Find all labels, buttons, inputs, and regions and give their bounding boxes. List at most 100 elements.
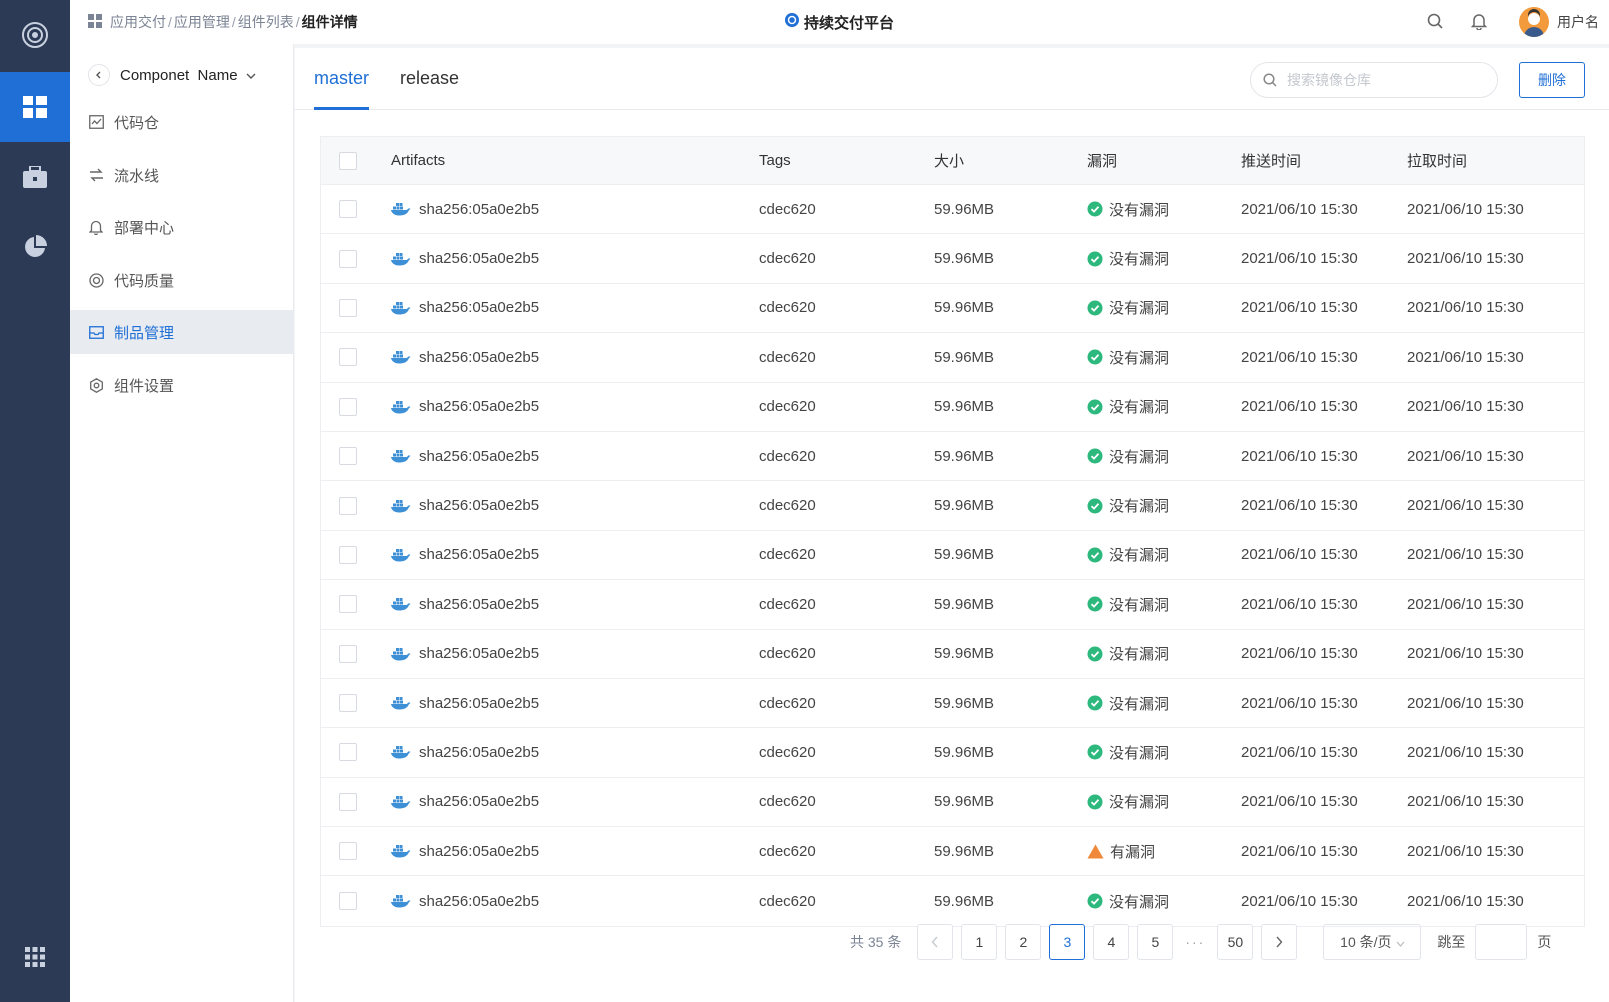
row-checkbox[interactable] [339,447,357,466]
component-selector[interactable]: Componet Name [88,60,256,90]
artifact-digest[interactable]: sha256:05a0e2b5 [419,695,539,712]
breadcrumb-item[interactable]: 组件列表 [238,12,294,32]
sidebar-item-component-settings[interactable]: 组件设置 [70,363,294,407]
artifact-cell[interactable]: sha256:05a0e2b5 [391,876,539,925]
sidebar-item-code-quality[interactable]: 代码质量 [70,258,294,302]
artifact-digest[interactable]: sha256:05a0e2b5 [419,250,539,267]
table-row[interactable]: sha256:05a0e2b5 cdec620 59.96MB 没有漏洞 2021/06… [321,778,1584,828]
back-button[interactable] [88,64,110,86]
username[interactable]: 用户名 [1557,12,1599,32]
row-checkbox[interactable] [339,595,357,614]
select-all-checkbox[interactable] [339,151,357,170]
artifact-cell[interactable]: sha256:05a0e2b5 [391,481,539,529]
artifact-cell[interactable]: sha256:05a0e2b5 [391,284,539,332]
artifact-cell[interactable]: sha256:05a0e2b5 [391,185,539,233]
rail-dashboard-button[interactable] [0,72,70,142]
tab-release[interactable]: release [400,68,459,110]
row-checkbox[interactable] [339,545,357,564]
pagination-ellipsis[interactable]: ··· [1185,934,1205,950]
artifact-digest[interactable]: sha256:05a0e2b5 [419,201,539,218]
artifact-digest[interactable]: sha256:05a0e2b5 [419,843,539,860]
row-checkbox[interactable] [339,348,357,367]
artifact-cell[interactable]: sha256:05a0e2b5 [391,234,539,282]
breadcrumb-item[interactable]: 应用管理 [174,12,230,32]
artifact-cell[interactable]: sha256:05a0e2b5 [391,728,539,776]
column-header-push-time[interactable]: 推送时间 [1241,137,1301,184]
page-button-2[interactable]: 2 [1005,924,1042,960]
artifact-digest[interactable]: sha256:05a0e2b5 [419,893,539,910]
sidebar-item-repo[interactable]: 代码仓 [70,100,294,144]
delete-button[interactable]: 删除 [1519,62,1585,98]
artifact-digest[interactable]: sha256:05a0e2b5 [419,497,539,514]
artifact-cell[interactable]: sha256:05a0e2b5 [391,580,539,628]
artifact-cell[interactable]: sha256:05a0e2b5 [391,383,539,431]
page-button-3[interactable]: 3 [1049,924,1086,960]
artifact-cell[interactable]: sha256:05a0e2b5 [391,679,539,727]
prev-page-button[interactable] [917,924,954,960]
table-row[interactable]: sha256:05a0e2b5 cdec620 59.96MB 没有漏洞 2021/06… [321,481,1584,531]
column-header-artifacts[interactable]: Artifacts [391,137,445,184]
row-checkbox[interactable] [339,644,357,663]
sidebar-item-deploy-center[interactable]: 部署中心 [70,205,294,249]
row-checkbox[interactable] [339,200,357,219]
search-input[interactable] [1287,72,1477,88]
rail-apps-button[interactable] [0,932,70,982]
row-checkbox[interactable] [339,842,357,861]
page-button-1[interactable]: 1 [961,924,998,960]
row-checkbox[interactable] [339,298,357,317]
rail-pie-chart-button[interactable] [0,212,70,282]
column-header-size[interactable]: 大小 [934,137,964,184]
artifact-digest[interactable]: sha256:05a0e2b5 [419,793,539,810]
column-header-tags[interactable]: Tags [759,137,791,184]
row-checkbox[interactable] [339,792,357,811]
page-button-5[interactable]: 5 [1137,924,1174,960]
sidebar-item-artifact-management[interactable]: 制品管理 [70,310,294,354]
platform-logo-icon[interactable] [0,0,70,70]
sidebar-item-pipeline[interactable]: 流水线 [70,153,294,197]
search-icon[interactable] [1427,13,1443,32]
row-checkbox[interactable] [339,249,357,268]
row-checkbox[interactable] [339,892,357,911]
table-row[interactable]: sha256:05a0e2b5 cdec620 59.96MB 没有漏洞 2021/06… [321,333,1584,383]
page-size-select[interactable]: 10 条/页 [1323,924,1422,960]
table-row[interactable]: sha256:05a0e2b5 cdec620 59.96MB 没有漏洞 2021/06… [321,234,1584,284]
table-row[interactable]: sha256:05a0e2b5 cdec620 59.96MB 没有漏洞 2021/06… [321,630,1584,679]
table-row[interactable]: sha256:05a0e2b5 cdec620 59.96MB 没有漏洞 2021/06… [321,383,1584,432]
artifact-digest[interactable]: sha256:05a0e2b5 [419,546,539,563]
breadcrumb-item[interactable]: 应用交付 [110,12,166,32]
artifact-cell[interactable]: sha256:05a0e2b5 [391,778,539,826]
next-page-button[interactable] [1261,924,1298,960]
column-header-pull-time[interactable]: 拉取时间 [1407,137,1467,184]
table-row[interactable]: sha256:05a0e2b5 cdec620 59.96MB 没有漏洞 2021/06… [321,284,1584,334]
avatar[interactable] [1519,7,1549,37]
page-button-last[interactable]: 50 [1217,924,1254,960]
artifact-digest[interactable]: sha256:05a0e2b5 [419,645,539,662]
table-row[interactable]: sha256:05a0e2b5 cdec620 59.96MB 没有漏洞 2021/06… [321,185,1584,235]
jump-page-input[interactable] [1475,924,1528,960]
artifact-digest[interactable]: sha256:05a0e2b5 [419,299,539,316]
table-row[interactable]: sha256:05a0e2b5 cdec620 59.96MB 有漏洞 2021/06/… [321,827,1584,877]
table-row[interactable]: sha256:05a0e2b5 cdec620 59.96MB 没有漏洞 2021/06… [321,580,1584,630]
artifact-cell[interactable]: sha256:05a0e2b5 [391,432,539,480]
rail-toolbox-button[interactable] [0,142,70,212]
artifact-digest[interactable]: sha256:05a0e2b5 [419,596,539,613]
artifact-digest[interactable]: sha256:05a0e2b5 [419,744,539,761]
row-checkbox[interactable] [339,743,357,762]
table-row[interactable]: sha256:05a0e2b5 cdec620 59.96MB 没有漏洞 2021/06… [321,876,1584,925]
artifact-cell[interactable]: sha256:05a0e2b5 [391,630,539,678]
tab-master[interactable]: master [314,68,370,110]
artifact-cell[interactable]: sha256:05a0e2b5 [391,531,539,579]
artifact-digest[interactable]: sha256:05a0e2b5 [419,349,539,366]
table-row[interactable]: sha256:05a0e2b5 cdec620 59.96MB 没有漏洞 2021/06… [321,531,1584,581]
artifact-cell[interactable]: sha256:05a0e2b5 [391,333,539,381]
artifact-cell[interactable]: sha256:05a0e2b5 [391,827,539,875]
page-button-4[interactable]: 4 [1093,924,1130,960]
table-row[interactable]: sha256:05a0e2b5 cdec620 59.96MB 没有漏洞 2021/06… [321,432,1584,482]
bell-icon[interactable] [1470,12,1488,33]
row-checkbox[interactable] [339,397,357,416]
artifact-digest[interactable]: sha256:05a0e2b5 [419,398,539,415]
column-header-vulnerabilities[interactable]: 漏洞 [1087,137,1117,184]
row-checkbox[interactable] [339,694,357,713]
table-row[interactable]: sha256:05a0e2b5 cdec620 59.96MB 没有漏洞 2021/06… [321,728,1584,778]
artifact-digest[interactable]: sha256:05a0e2b5 [419,448,539,465]
